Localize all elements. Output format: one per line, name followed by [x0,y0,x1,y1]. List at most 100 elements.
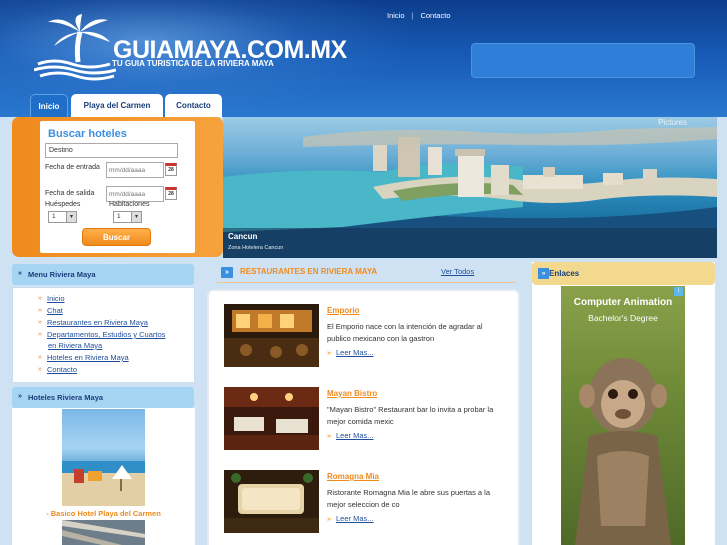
ad-info-icon[interactable]: i [674,287,683,296]
checkin-label: Fecha de entrada [45,164,100,171]
guests-select[interactable]: 1 ▾ [48,211,77,223]
checkout-calendar-icon[interactable]: 28 [165,187,177,200]
ad-monkey-image [575,358,671,545]
restaurant-photo-emporio[interactable] [224,304,319,367]
arrow-bullet-icon: » [327,431,332,440]
hero-pictures-label[interactable]: Pictures [658,118,687,127]
restaurant-desc-romagna-mia: Ristorante Romagna Mia le abre sus puert… [327,487,515,511]
advertisement[interactable]: Computer Animation Bachelor's Degree i [561,286,685,545]
arrow-bullet-icon: » [38,319,42,326]
menu-item-chat[interactable]: » Chat [38,306,63,316]
search-button[interactable]: Buscar [82,228,151,246]
arrow-bullet-icon: » [38,331,42,338]
restaurant-photo-mayan-bistro[interactable] [224,387,319,450]
destination-input[interactable] [45,143,178,158]
checkin-date-input[interactable] [106,162,164,178]
hotel-photo-2[interactable] [62,520,145,545]
arrow-bullet-icon: » [38,354,42,361]
restaurants-section-title: RESTAURANTES EN RIVIERA MAYA [240,267,378,276]
arrow-bullet-icon: » [327,348,332,357]
restaurant-name-mayan-bistro[interactable]: Mayan Bistro [327,389,377,398]
arrow-bullet-icon: » [38,295,42,302]
chevron-down-icon: ▾ [66,212,76,222]
tab-contacto[interactable]: Contacto [165,94,222,117]
rooms-select[interactable]: 1 ▾ [113,211,142,223]
ad-subtitle[interactable]: Bachelor's Degree [561,313,685,323]
checkin-calendar-icon[interactable]: 28 [165,163,177,176]
menu-item-restaurantes[interactable]: » Restaurantes en Riviera Maya [38,318,148,328]
menu-item-label: Contacto [47,365,78,374]
menu-item-departamentos-cont[interactable]: en Riviera Maya [48,341,102,351]
left-sidebar: » Menu Riviera Maya » Inicio » Chat » Resta… [12,262,195,545]
top-link-inicio[interactable]: Inicio [387,11,405,20]
read-more-romagna-mia[interactable]: » Leer Mas... [327,514,374,523]
hero-caption-subtitle: Zona Hotelera Cancun [228,245,284,251]
double-chevron-right-icon: » [538,268,549,279]
read-more-label: Leer Mas... [336,514,374,523]
mayan-bistro-photo [224,387,319,450]
hotel-search-panel: Buscar hoteles Fecha de entrada 28 Fecha… [12,117,223,257]
emporio-photo [224,304,319,367]
restaurant-name-romagna-mia[interactable]: Romagna Mia [327,472,379,481]
menu-item-contacto[interactable]: » Contacto [38,365,78,375]
checkout-label: Fecha de salida [45,190,95,197]
arrow-bullet-icon: » [38,307,42,314]
read-more-emporio[interactable]: » Leer Mas... [327,348,374,357]
hotel-building-photo [62,520,145,545]
double-chevron-right-icon: » [18,393,22,400]
hotels-header: » Hoteles Riviera Maya [12,387,194,408]
hero-caption-title: Cancun [228,232,258,241]
site-subtitle: TU GUIA TURISTICA DE LA RIVIERA MAYA [112,59,274,68]
links-header: » Enlaces [532,262,715,285]
restaurant-desc-emporio: El Emporio nace con la intención de agra… [327,321,515,345]
hero-caption-bar [223,228,717,258]
right-sidebar: » Enlaces Computer Animation Bachelor's … [532,262,715,545]
restaurant-desc-line: Ristorante Romagna Mia le abre sus puert… [327,488,491,497]
romagna-mia-photo [224,470,319,533]
hero-slideshow[interactable]: Pictures Cancun Zona Hotelera Cancun [223,117,717,258]
menu-item-label: Hoteles en Riviera Maya [47,353,129,362]
links-title: Enlaces [549,269,580,278]
rooms-select-value: 1 [117,213,121,220]
hotels-title: Hoteles Riviera Maya [28,393,104,402]
restaurant-desc-line: mejor seleccion de co [327,500,400,509]
featured-hotel-link[interactable]: - Basico Hotel Playa del Carmen [12,509,195,518]
menu-header: » Menu Riviera Maya [12,264,194,285]
arrow-bullet-icon: » [327,514,332,523]
tab-playa-del-carmen[interactable]: Playa del Carmen [71,94,163,117]
menu-item-label: Restaurantes en Riviera Maya [47,318,148,327]
read-more-label: Leer Mas... [336,431,374,440]
guests-select-value: 1 [52,213,56,220]
arrow-bullet-icon: » [38,366,42,373]
top-links-separator: | [411,11,414,20]
top-links: Inicio | Contacto [387,11,451,20]
chevron-down-icon: ▾ [131,212,141,222]
restaurants-panel: Emporio El Emporio nace con la intención… [207,289,520,545]
restaurant-desc-line: "Mayan Bistro" Restaurant bar lo invita … [327,405,494,414]
menu-item-departamentos[interactable]: » Departamentos, Estudios y Cuartos [38,330,166,340]
restaurant-name-emporio[interactable]: Emporio [327,306,359,315]
restaurant-desc-line: publico mexicano con la gastron [327,334,435,343]
rooms-label: Habitaciones [109,201,150,208]
menu-panel: » Inicio » Chat » Restaurantes en Riviera M… [12,287,195,383]
restaurant-desc-line: mejor comida mexic [327,417,394,426]
restaurant-photo-romagna-mia[interactable] [224,470,319,533]
menu-item-label: Inicio [47,294,65,303]
tab-inicio[interactable]: Inicio [30,94,68,117]
menu-item-label: en Riviera Maya [48,341,103,350]
top-link-contacto[interactable]: Contacto [420,11,450,20]
hotels-panel: - Basico Hotel Playa del Carmen [12,408,195,545]
guests-label: Huéspedes [45,201,81,208]
menu-item-label: Departamentos, Estudios y Cuartos [47,330,166,339]
menu-item-inicio[interactable]: » Inicio [38,294,65,304]
menu-item-hoteles[interactable]: » Hoteles en Riviera Maya [38,353,129,363]
read-more-mayan-bistro[interactable]: » Leer Mas... [327,431,374,440]
hotel-photo[interactable] [62,409,145,506]
palm-tree-logo-icon[interactable] [34,12,116,82]
menu-title: Menu Riviera Maya [28,270,96,279]
see-all-link[interactable]: Ver Todos [441,267,474,276]
restaurant-desc-mayan-bistro: "Mayan Bistro" Restaurant bar lo invita … [327,404,515,428]
search-title: Buscar hoteles [48,128,127,140]
ad-title[interactable]: Computer Animation [561,297,685,308]
double-chevron-right-icon: » [18,270,22,277]
